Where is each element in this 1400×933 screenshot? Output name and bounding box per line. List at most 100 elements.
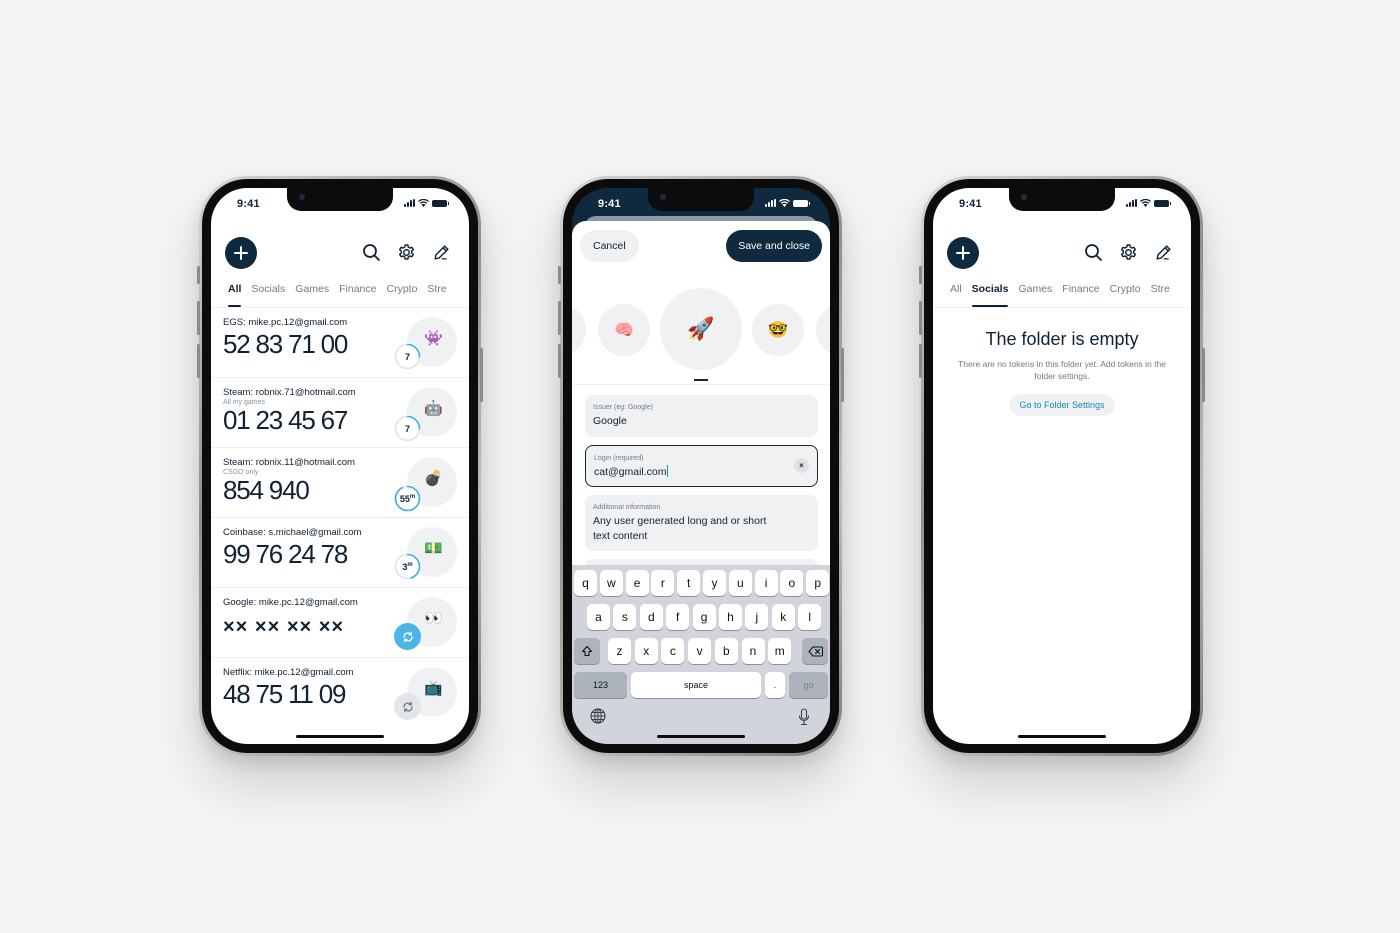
key-e[interactable]: e — [625, 570, 649, 596]
status-time: 9:41 — [959, 198, 982, 210]
key-j[interactable]: j — [745, 604, 769, 630]
notch — [287, 188, 393, 211]
login-input[interactable]: cat@gmail.com — [594, 466, 667, 478]
tab-finance[interactable]: Finance — [1057, 283, 1104, 307]
search-button[interactable] — [362, 243, 381, 262]
token-row[interactable]: Steam: robnix.71@hotmail.com All my game… — [211, 378, 469, 448]
tab-crypto[interactable]: Crypto — [1105, 283, 1146, 307]
settings-button[interactable] — [397, 243, 416, 262]
emoji-option[interactable] — [572, 304, 586, 356]
key-i[interactable]: i — [754, 570, 778, 596]
tab-all[interactable]: All — [945, 283, 967, 307]
add-token-button[interactable] — [947, 237, 979, 269]
key-v[interactable]: v — [688, 638, 712, 664]
tab-games[interactable]: Games — [1013, 283, 1057, 307]
status-time: 9:41 — [237, 198, 260, 210]
countdown-timer: 3m — [394, 553, 421, 580]
additional-info-field[interactable]: Additional information Any user generate… — [585, 495, 818, 551]
volume-up-button — [558, 301, 561, 335]
plus-icon — [956, 246, 970, 260]
home-indicator[interactable] — [296, 735, 384, 738]
key-r[interactable]: r — [651, 570, 675, 596]
key-p[interactable]: p — [806, 570, 830, 596]
tab-all[interactable]: All — [223, 283, 246, 307]
folder-tabs: All Socials Games Finance Crypto Stre — [223, 283, 469, 307]
tab-socials[interactable]: Socials — [246, 283, 290, 307]
backspace-key[interactable] — [802, 638, 828, 664]
refresh-button[interactable] — [394, 623, 421, 650]
power-button — [1202, 348, 1205, 402]
numbers-key[interactable]: 123 — [574, 672, 627, 698]
home-indicator[interactable] — [1018, 735, 1106, 738]
tab-crypto[interactable]: Crypto — [381, 283, 422, 307]
add-token-button[interactable] — [225, 237, 257, 269]
wifi-icon — [418, 199, 429, 207]
issuer-value[interactable]: Google — [593, 414, 810, 429]
refresh-icon — [402, 701, 413, 712]
cancel-button[interactable]: Cancel — [580, 230, 639, 262]
status-time: 9:41 — [598, 198, 621, 210]
edit-button[interactable] — [1154, 243, 1173, 262]
key-k[interactable]: k — [771, 604, 795, 630]
key-g[interactable]: g — [692, 604, 716, 630]
key-q[interactable]: q — [574, 570, 597, 596]
key-l[interactable]: l — [798, 604, 822, 630]
phone-add-token-form: 9:41 Cancel Save and close 🧠 🚀 🤓 Issuer … — [558, 176, 844, 756]
edit-button[interactable] — [432, 243, 451, 262]
key-d[interactable]: d — [639, 604, 663, 630]
search-button[interactable] — [1084, 243, 1103, 262]
go-key[interactable]: go — [789, 672, 828, 698]
home-indicator[interactable] — [657, 735, 745, 738]
key-a[interactable]: a — [587, 604, 610, 630]
token-row[interactable]: Google: mike.pc.12@gmail.com ×× ×× ×× ××… — [211, 588, 469, 658]
emoji-option-brain[interactable]: 🧠 — [598, 304, 650, 356]
key-t[interactable]: t — [677, 570, 701, 596]
key-o[interactable]: o — [780, 570, 804, 596]
key-y[interactable]: y — [703, 570, 726, 596]
token-row[interactable]: EGS: mike.pc.12@gmail.com 52 83 71 00 👾 … — [211, 308, 469, 378]
signal-icon — [1126, 199, 1137, 207]
volume-down-button — [197, 344, 200, 378]
text-caret — [666, 465, 668, 477]
tab-games[interactable]: Games — [290, 283, 334, 307]
key-h[interactable]: h — [719, 604, 742, 630]
token-row[interactable]: Steam: robnix.11@hotmail.com CSGO only 8… — [211, 448, 469, 518]
emoji-picker[interactable]: 🧠 🚀 🤓 — [572, 288, 830, 372]
key-n[interactable]: n — [741, 638, 765, 664]
countdown-timer: 55m — [394, 485, 421, 512]
emoji-option-selected-rocket[interactable]: 🚀 — [660, 288, 742, 370]
token-row[interactable]: Netflix: mike.pc.12@gmail.com 48 75 11 0… — [211, 658, 469, 728]
refresh-button[interactable] — [394, 693, 421, 720]
key-m[interactable]: m — [768, 638, 792, 664]
clear-button[interactable]: × — [794, 458, 809, 473]
shift-key[interactable] — [574, 638, 600, 664]
tab-streaming[interactable]: Stre — [1146, 283, 1175, 307]
key-s[interactable]: s — [613, 604, 637, 630]
space-key[interactable]: space — [631, 672, 761, 698]
key-w[interactable]: w — [599, 570, 623, 596]
tab-streaming[interactable]: Stre — [422, 283, 451, 307]
key-x[interactable]: x — [634, 638, 658, 664]
key-c[interactable]: c — [661, 638, 685, 664]
additional-info-value[interactable]: Any user generated long and or short tex… — [593, 514, 810, 544]
issuer-field[interactable]: Issuer (eg: Google) Google — [585, 395, 818, 437]
tab-finance[interactable]: Finance — [334, 283, 381, 307]
key-b[interactable]: b — [714, 638, 738, 664]
key-z[interactable]: z — [608, 638, 631, 664]
go-to-folder-settings-button[interactable]: Go to Folder Settings — [1009, 394, 1115, 416]
settings-button[interactable] — [1119, 243, 1138, 262]
token-row[interactable]: Coinbase: s.michael@gmail.com 99 76 24 7… — [211, 518, 469, 588]
login-field[interactable]: Login (required) cat@gmail.com × — [585, 445, 818, 487]
login-label: Login (required) — [594, 455, 644, 462]
save-and-close-button[interactable]: Save and close — [726, 230, 822, 262]
emoji-option[interactable] — [816, 304, 830, 356]
period-key[interactable]: . — [765, 672, 785, 698]
microphone-icon[interactable] — [798, 708, 810, 726]
tab-socials[interactable]: Socials — [967, 283, 1014, 307]
globe-icon[interactable] — [590, 708, 606, 724]
key-f[interactable]: f — [666, 604, 690, 630]
emoji-option-nerd-face[interactable]: 🤓 — [752, 304, 804, 356]
shift-arrow-icon — [581, 645, 593, 657]
pencil-icon — [434, 245, 449, 260]
key-u[interactable]: u — [728, 570, 752, 596]
